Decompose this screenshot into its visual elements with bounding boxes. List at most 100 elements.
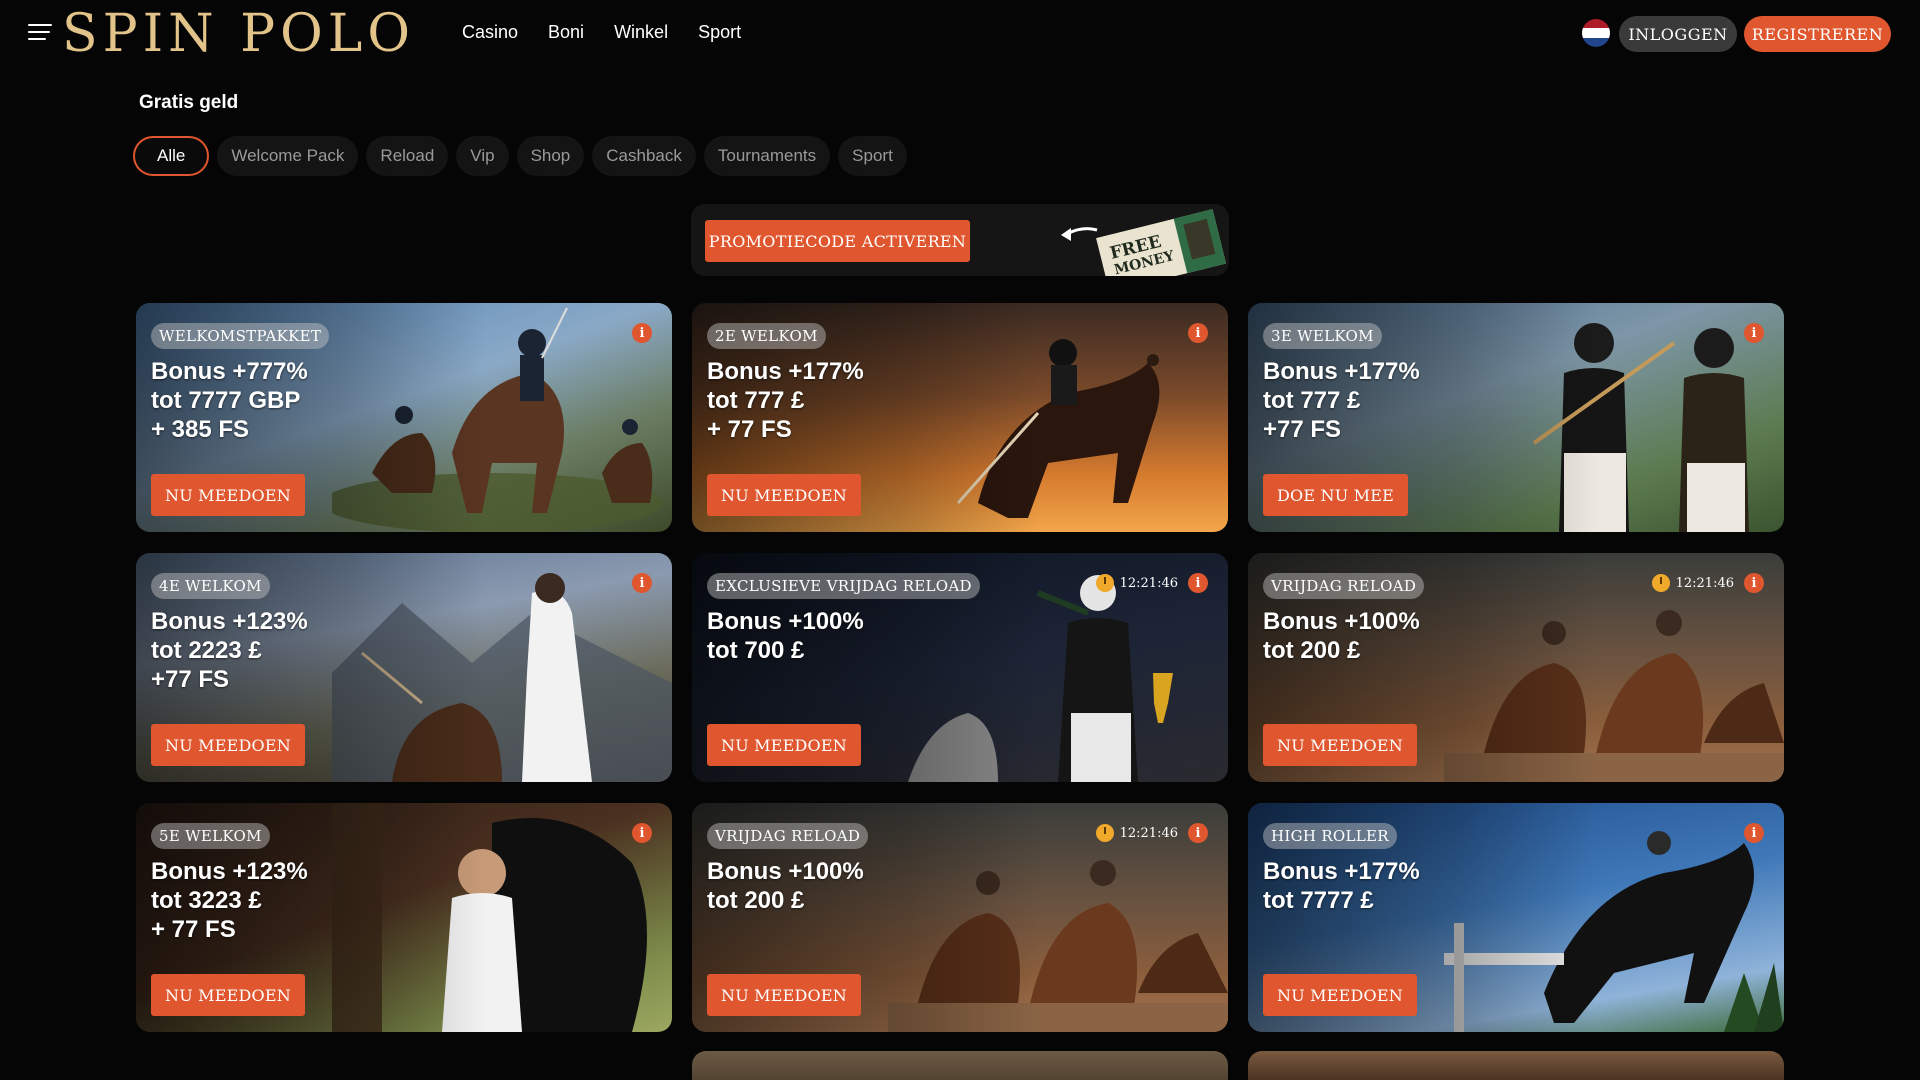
card-title: Bonus +123% tot 2223 £ +77 FS bbox=[151, 607, 308, 694]
nav-casino[interactable]: Casino bbox=[462, 22, 518, 43]
join-button[interactable]: NU MEEDOEN bbox=[707, 724, 861, 766]
clock-icon bbox=[1095, 574, 1114, 592]
activate-promo-code-button[interactable]: PROMOTIECODE ACTIVEREN bbox=[705, 220, 970, 262]
filter-shop[interactable]: Shop bbox=[516, 136, 585, 176]
card-title-line: + 385 FS bbox=[151, 416, 250, 443]
filter-tournaments[interactable]: Tournaments bbox=[703, 136, 831, 176]
bonus-card[interactable]: HIGH ROLLER Bonus +177% tot 7777 £ NU ME… bbox=[1248, 803, 1784, 1032]
filter-chips: Alle Welcome Pack Reload Vip Shop Cashba… bbox=[133, 136, 907, 176]
join-button[interactable]: NU MEEDOEN bbox=[151, 724, 305, 766]
info-icon[interactable]: i bbox=[632, 323, 652, 343]
countdown-timer: 12:21:46 bbox=[1095, 823, 1178, 843]
card-title-line: Bonus +123% bbox=[151, 858, 308, 885]
countdown-timer: 12:21:46 bbox=[1095, 573, 1178, 593]
card-tag: WELKOMSTPAKKET bbox=[151, 323, 330, 349]
join-button[interactable]: NU MEEDOEN bbox=[151, 474, 305, 516]
free-money-ticket-icon: FREE MONEY bbox=[1061, 209, 1227, 276]
card-title-line: tot 700 £ bbox=[707, 637, 805, 664]
card-title: Bonus +177% tot 7777 £ bbox=[1263, 857, 1420, 915]
join-button[interactable]: NU MEEDOEN bbox=[151, 974, 305, 1016]
filter-reload[interactable]: Reload bbox=[366, 136, 449, 176]
bonus-card[interactable]: 2E WELKOM Bonus +177% tot 777 £ + 77 FS … bbox=[692, 303, 1228, 532]
card-title-line: tot 2223 £ bbox=[151, 637, 262, 664]
card-title-line: Bonus +177% bbox=[1263, 858, 1420, 885]
info-icon[interactable]: i bbox=[1188, 323, 1208, 343]
card-title-line: + 77 FS bbox=[707, 416, 792, 443]
bonus-card-partial[interactable] bbox=[1248, 1051, 1784, 1080]
bonus-card[interactable]: VRIJDAG RELOAD Bonus +100% tot 200 £ NU … bbox=[692, 803, 1228, 1032]
bonus-card[interactable]: VRIJDAG RELOAD Bonus +100% tot 200 £ NU … bbox=[1248, 553, 1784, 782]
card-title-line: tot 7777 £ bbox=[1263, 887, 1374, 914]
card-tag: HIGH ROLLER bbox=[1263, 823, 1397, 849]
nav-boni[interactable]: Boni bbox=[548, 22, 584, 43]
card-title: Bonus +177% tot 777 £ +77 FS bbox=[1263, 357, 1420, 444]
card-tag: 3E WELKOM bbox=[1263, 323, 1382, 349]
bonus-card-partial[interactable] bbox=[692, 1051, 1228, 1080]
card-tag: EXCLUSIEVE VRIJDAG RELOAD bbox=[707, 573, 980, 599]
card-title-line: Bonus +777% bbox=[151, 358, 308, 385]
page-title: Gratis geld bbox=[139, 92, 239, 113]
info-icon[interactable]: i bbox=[1744, 323, 1764, 343]
card-tag: 4E WELKOM bbox=[151, 573, 270, 599]
bonus-card[interactable]: 5E WELKOM Bonus +123% tot 3223 £ + 77 FS… bbox=[136, 803, 672, 1032]
bonus-card[interactable]: 4E WELKOM Bonus +123% tot 2223 £ +77 FS … bbox=[136, 553, 672, 782]
card-title-line: tot 200 £ bbox=[707, 887, 805, 914]
info-icon[interactable]: i bbox=[632, 573, 652, 593]
filter-vip[interactable]: Vip bbox=[456, 136, 509, 176]
join-button[interactable]: NU MEEDOEN bbox=[1263, 974, 1417, 1016]
filter-alle[interactable]: Alle bbox=[133, 136, 210, 176]
countdown-value: 12:21:46 bbox=[1119, 825, 1178, 841]
site-logo[interactable]: SPIN POLO bbox=[62, 4, 415, 64]
bonus-card[interactable]: WELKOMSTPAKKET Bonus +777% tot 7777 GBP … bbox=[136, 303, 672, 532]
card-title: Bonus +100% tot 200 £ bbox=[1263, 607, 1420, 665]
card-title-line: Bonus +177% bbox=[1263, 358, 1420, 385]
card-title-line: tot 3223 £ bbox=[151, 887, 262, 914]
info-icon[interactable]: i bbox=[1744, 573, 1764, 593]
card-title-line: tot 7777 GBP bbox=[151, 387, 301, 414]
hamburger-menu-icon[interactable] bbox=[28, 24, 52, 42]
card-title: Bonus +100% tot 700 £ bbox=[707, 607, 864, 665]
nav-sport[interactable]: Sport bbox=[698, 22, 741, 43]
card-title-line: Bonus +123% bbox=[151, 608, 308, 635]
card-title-line: tot 200 £ bbox=[1263, 637, 1361, 664]
card-title: Bonus +100% tot 200 £ bbox=[707, 857, 864, 915]
join-button[interactable]: NU MEEDOEN bbox=[1263, 724, 1417, 766]
countdown-value: 12:21:46 bbox=[1119, 575, 1178, 591]
filter-cashback[interactable]: Cashback bbox=[592, 136, 696, 176]
join-button[interactable]: DOE NU MEE bbox=[1263, 474, 1409, 516]
clock-icon bbox=[1095, 824, 1114, 842]
card-tag: 5E WELKOM bbox=[151, 823, 270, 849]
card-tag: 2E WELKOM bbox=[707, 323, 826, 349]
info-icon[interactable]: i bbox=[1188, 573, 1208, 593]
login-button[interactable]: INLOGGEN bbox=[1619, 16, 1737, 52]
card-title-line: tot 777 £ bbox=[1263, 387, 1361, 414]
bonus-card[interactable]: 3E WELKOM Bonus +177% tot 777 £ +77 FS D… bbox=[1248, 303, 1784, 532]
info-icon[interactable]: i bbox=[1188, 823, 1208, 843]
card-tag: VRIJDAG RELOAD bbox=[707, 823, 869, 849]
register-button[interactable]: REGISTREREN bbox=[1744, 16, 1891, 52]
card-title-line: tot 777 £ bbox=[707, 387, 805, 414]
nav-winkel[interactable]: Winkel bbox=[614, 22, 668, 43]
clock-icon bbox=[1651, 574, 1670, 592]
card-tag: VRIJDAG RELOAD bbox=[1263, 573, 1425, 599]
main-nav: Casino Boni Winkel Sport bbox=[462, 22, 771, 43]
join-button[interactable]: NU MEEDOEN bbox=[707, 974, 861, 1016]
netherlands-flag-icon[interactable] bbox=[1582, 19, 1610, 47]
promo-code-banner: PROMOTIECODE ACTIVEREN FREE MONEY bbox=[691, 204, 1229, 276]
card-title-line: + 77 FS bbox=[151, 916, 236, 943]
info-icon[interactable]: i bbox=[632, 823, 652, 843]
card-title-line: Bonus +100% bbox=[1263, 608, 1420, 635]
card-title-line: Bonus +100% bbox=[707, 858, 864, 885]
card-title-line: Bonus +100% bbox=[707, 608, 864, 635]
card-title-line: Bonus +177% bbox=[707, 358, 864, 385]
card-title-line: +77 FS bbox=[151, 666, 230, 693]
card-title-line: +77 FS bbox=[1263, 416, 1342, 443]
join-button[interactable]: NU MEEDOEN bbox=[707, 474, 861, 516]
countdown-timer: 12:21:46 bbox=[1651, 573, 1734, 593]
info-icon[interactable]: i bbox=[1744, 823, 1764, 843]
filter-sport[interactable]: Sport bbox=[838, 136, 907, 176]
countdown-value: 12:21:46 bbox=[1675, 575, 1734, 591]
card-title: Bonus +177% tot 777 £ + 77 FS bbox=[707, 357, 864, 444]
filter-welcome-pack[interactable]: Welcome Pack bbox=[217, 136, 359, 176]
bonus-card[interactable]: EXCLUSIEVE VRIJDAG RELOAD Bonus +100% to… bbox=[692, 553, 1228, 782]
